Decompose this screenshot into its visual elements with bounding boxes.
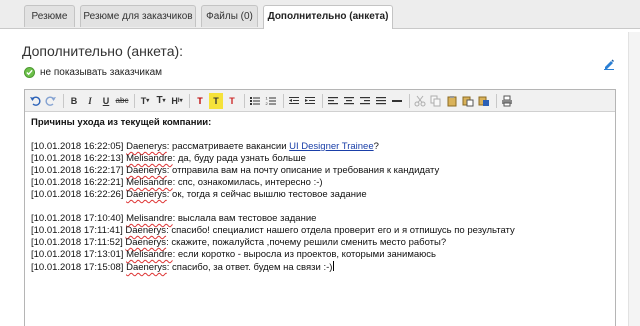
chat-line: [10.01.2018 17:15:08] Daenerys: спасибо,… xyxy=(31,261,611,273)
toolbar-separator xyxy=(63,93,64,108)
timestamp: [10.01.2018 16:22:17] xyxy=(31,165,127,176)
editor-toolbar: B I U abc T ▾ T ▾ H I▾ T T T 12 xyxy=(25,90,615,112)
timestamp: [10.01.2018 17:11:41] xyxy=(31,225,126,236)
tab-resume[interactable]: Резюме xyxy=(24,5,75,27)
toolbar-separator xyxy=(409,93,410,108)
message-text: : спс, ознакомилась, интересно :-) xyxy=(172,177,323,188)
edit-pencil-icon[interactable] xyxy=(603,58,615,70)
tab-bar: Резюме Резюме для заказчиков Файлы (0) Д… xyxy=(0,0,640,30)
vacancy-link[interactable]: UI Designer Trainee xyxy=(289,141,373,152)
chat-line: [10.01.2018 17:10:40] Melisandre: выслал… xyxy=(31,213,611,225)
message-block: [10.01.2018 16:22:05] Daenerys: рассматр… xyxy=(31,141,611,201)
undo-icon[interactable] xyxy=(28,93,42,109)
redo-icon[interactable] xyxy=(44,93,58,109)
message-text: : спасибо, за ответ. будем на связи :-) xyxy=(166,262,333,273)
sender-name: Melisandre xyxy=(126,249,173,260)
print-icon[interactable] xyxy=(500,93,514,109)
checkmark-icon xyxy=(24,66,35,78)
align-center-icon[interactable] xyxy=(342,93,356,109)
italic-icon[interactable]: I xyxy=(83,93,97,109)
heading-dropdown[interactable]: H I▾ xyxy=(170,93,184,109)
sender-name: Daenerys xyxy=(125,225,167,236)
tab-files[interactable]: Файлы (0) xyxy=(201,5,258,27)
paste-text-icon[interactable] xyxy=(461,93,475,109)
sender-name: Daenerys xyxy=(125,237,167,248)
message-text: : выслала вам тестовое задание xyxy=(172,213,317,224)
paste-icon[interactable] xyxy=(445,93,459,109)
horizontal-rule-icon[interactable] xyxy=(390,93,404,109)
timestamp: [10.01.2018 17:13:01] xyxy=(31,249,127,260)
chat-line: [10.01.2018 16:22:26] Daenerys: ок, тогд… xyxy=(31,189,611,201)
timestamp: [10.01.2018 17:10:40] xyxy=(31,213,127,224)
message-text: : скажите, пожалуйста ,почему решили сме… xyxy=(166,237,447,248)
text-color-icon[interactable]: T xyxy=(193,93,207,109)
editor-content[interactable]: Причины ухода из текущей компании: [10.0… xyxy=(31,117,611,273)
content-heading: Причины ухода из текущей компании: xyxy=(31,117,212,128)
sender-name: Melisandre xyxy=(126,177,173,188)
message-text: : отправила вам на почту описание и треб… xyxy=(166,165,440,176)
chat-line: [10.01.2018 16:22:13] Melisandre: да, бу… xyxy=(31,153,611,165)
timestamp: [10.01.2018 16:22:13] xyxy=(31,153,127,164)
cut-icon[interactable] xyxy=(413,93,427,109)
align-justify-icon[interactable] xyxy=(374,93,388,109)
message-block: [10.01.2018 17:10:40] Melisandre: выслал… xyxy=(31,213,611,273)
chat-line: [10.01.2018 17:13:01] Melisandre: если к… xyxy=(31,249,611,261)
bold-icon[interactable]: B xyxy=(67,93,81,109)
message-text: : да, буду рада узнать больше xyxy=(172,153,306,164)
toolbar-separator xyxy=(134,93,135,108)
svg-text:1: 1 xyxy=(266,95,269,100)
hide-from-clients-toggle[interactable]: не показывать заказчикам xyxy=(24,65,162,79)
message-text: : если коротко - выросла из проектов, ко… xyxy=(172,249,436,260)
chat-line: [10.01.2018 17:11:52] Daenerys: скажите,… xyxy=(31,237,611,249)
timestamp: [10.01.2018 16:22:21] xyxy=(31,177,127,188)
sender-name: Daenerys xyxy=(126,141,167,152)
chat-line: [10.01.2018 16:22:21] Melisandre: спс, о… xyxy=(31,177,611,189)
sender-name: Daenerys xyxy=(126,189,167,200)
toolbar-separator xyxy=(189,93,190,108)
copy-icon[interactable] xyxy=(429,93,443,109)
message-text: : спасибо! специалист нашего отдела пров… xyxy=(166,225,515,236)
page-scrollbar[interactable] xyxy=(628,32,640,326)
align-right-icon[interactable] xyxy=(358,93,372,109)
font-style-dropdown[interactable]: T ▾ xyxy=(154,93,168,109)
message-text: : ок, тогда я сейчас вышлю тестовое зада… xyxy=(166,189,367,200)
page-title: Дополнительно (анкета): xyxy=(22,43,184,59)
toolbar-separator xyxy=(322,93,323,108)
paste-word-icon[interactable] xyxy=(477,93,491,109)
font-size-dropdown[interactable]: T ▾ xyxy=(138,93,152,109)
timestamp: [10.01.2018 16:22:26] xyxy=(31,189,127,200)
chat-line: [10.01.2018 16:22:17] Daenerys: отправил… xyxy=(31,165,611,177)
message-text: : рассматриваете вакансии xyxy=(166,141,290,152)
indent-icon[interactable] xyxy=(303,93,317,109)
tab-resume-for-clients[interactable]: Резюме для заказчиков xyxy=(80,5,196,27)
sender-name: Daenerys xyxy=(126,165,167,176)
highlight-color-icon[interactable]: T xyxy=(209,92,223,109)
sender-name: Melisandre xyxy=(126,213,173,224)
strikethrough-icon[interactable]: abc xyxy=(115,93,129,109)
hide-from-clients-label: не показывать заказчикам xyxy=(40,66,163,78)
numbered-list-icon[interactable]: 12 xyxy=(264,93,278,109)
tab-additional-questionnaire[interactable]: Дополнительно (анкета) xyxy=(263,5,393,30)
clear-format-icon[interactable]: T xyxy=(225,93,239,109)
bullet-list-icon[interactable] xyxy=(248,93,262,109)
toolbar-separator xyxy=(496,93,497,108)
message-tail: ? xyxy=(373,141,379,152)
underline-icon[interactable]: U xyxy=(99,93,113,109)
toolbar-separator xyxy=(244,93,245,108)
align-left-icon[interactable] xyxy=(326,93,340,109)
text-cursor xyxy=(333,261,335,271)
sender-name: Daenerys xyxy=(126,262,167,273)
timestamp: [10.01.2018 17:11:52] xyxy=(31,237,126,248)
chat-line: [10.01.2018 17:11:41] Daenerys: спасибо!… xyxy=(31,225,611,237)
sender-name: Melisandre xyxy=(126,153,173,164)
timestamp: [10.01.2018 17:15:08] xyxy=(31,262,127,273)
toolbar-separator xyxy=(283,93,284,108)
outdent-icon[interactable] xyxy=(287,93,301,109)
svg-text:2: 2 xyxy=(266,101,269,106)
rich-text-editor: B I U abc T ▾ T ▾ H I▾ T T T 12 Причины ухо… xyxy=(24,89,616,326)
chat-line: [10.01.2018 16:22:05] Daenerys: рассматр… xyxy=(31,141,611,153)
timestamp: [10.01.2018 16:22:05] xyxy=(31,141,127,152)
